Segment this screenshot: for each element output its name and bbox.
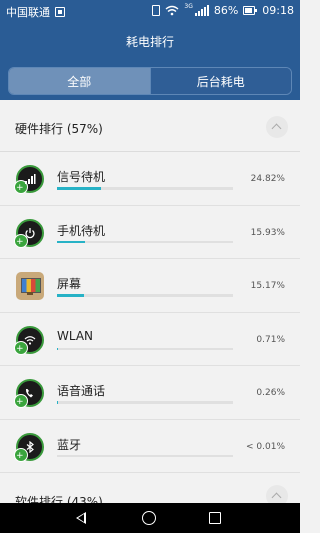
page-title: 耗电排行 xyxy=(125,35,174,49)
tab-all[interactable]: 全部 xyxy=(9,68,150,94)
navigation-bar xyxy=(0,503,300,533)
screen-icon xyxy=(16,272,44,300)
carrier-name: 中国联通 xyxy=(6,6,50,19)
power-icon xyxy=(14,218,44,248)
tab-bar: 全部 后台耗电 xyxy=(8,67,292,95)
hardware-section-title: 硬件排行 (57%) xyxy=(15,122,103,136)
status-bar: 中国联通 3G 86% 09:18 xyxy=(0,0,300,22)
hardware-list: 信号待机 24.82% 手机待机 15.93% 屏幕 15.17% WLAN 0… xyxy=(0,152,300,473)
item-name: 语音通话 xyxy=(57,384,106,398)
wifi-icon xyxy=(14,325,44,355)
item-name: 信号待机 xyxy=(57,170,106,184)
item-percent: 0.26% xyxy=(256,388,285,398)
usage-bar xyxy=(57,294,233,297)
tab-background[interactable]: 后台耗电 xyxy=(149,68,291,94)
battery-percent: 86% xyxy=(213,4,239,17)
hardware-section-header[interactable]: 硬件排行 (57%) xyxy=(0,100,300,152)
item-name: 蓝牙 xyxy=(57,437,82,452)
battery-icon xyxy=(243,6,258,15)
usage-bar xyxy=(57,347,233,350)
home-icon[interactable] xyxy=(142,511,156,525)
item-name: WLAN xyxy=(57,328,94,343)
bluetooth-icon xyxy=(14,432,44,462)
list-item[interactable]: 手机待机 15.93% xyxy=(0,205,300,259)
list-item[interactable]: 蓝牙 < 0.01% xyxy=(0,419,300,473)
chevron-up-icon[interactable] xyxy=(266,116,288,138)
usage-bar xyxy=(57,454,233,457)
list-item[interactable]: 语音通话 0.26% xyxy=(0,366,300,420)
phone-icon xyxy=(14,379,44,408)
usage-bar xyxy=(57,401,233,404)
list-item[interactable]: 屏幕 15.17% xyxy=(0,259,300,313)
item-name: 手机待机 xyxy=(57,223,106,238)
signal-icon xyxy=(194,5,209,16)
usage-bar xyxy=(57,240,233,243)
back-icon[interactable] xyxy=(76,512,86,524)
list-item[interactable]: WLAN 0.71% xyxy=(0,312,300,366)
usage-bar-fill xyxy=(57,294,84,297)
signal-bars-icon xyxy=(14,165,44,194)
list-item[interactable]: 信号待机 24.82% xyxy=(0,152,300,206)
usage-bar-fill xyxy=(57,187,101,190)
usage-bar-fill xyxy=(57,347,59,350)
usage-bar-fill xyxy=(57,240,86,243)
usage-bar xyxy=(57,187,233,190)
item-percent: < 0.01% xyxy=(246,441,285,452)
network-type: 3G xyxy=(184,3,193,10)
item-percent: 15.93% xyxy=(250,227,285,238)
wifi-icon xyxy=(165,5,179,16)
status-left: 中国联通 xyxy=(6,4,65,20)
clock: 09:18 xyxy=(262,4,294,17)
item-percent: 24.82% xyxy=(250,174,285,184)
sim-icon xyxy=(55,7,65,17)
status-right: 3G 86% 09:18 xyxy=(152,3,294,17)
item-name: 屏幕 xyxy=(57,277,82,291)
item-percent: 0.71% xyxy=(256,334,285,345)
item-percent: 15.17% xyxy=(250,281,285,291)
recent-apps-icon[interactable] xyxy=(209,512,221,524)
vibrate-icon xyxy=(152,5,161,16)
